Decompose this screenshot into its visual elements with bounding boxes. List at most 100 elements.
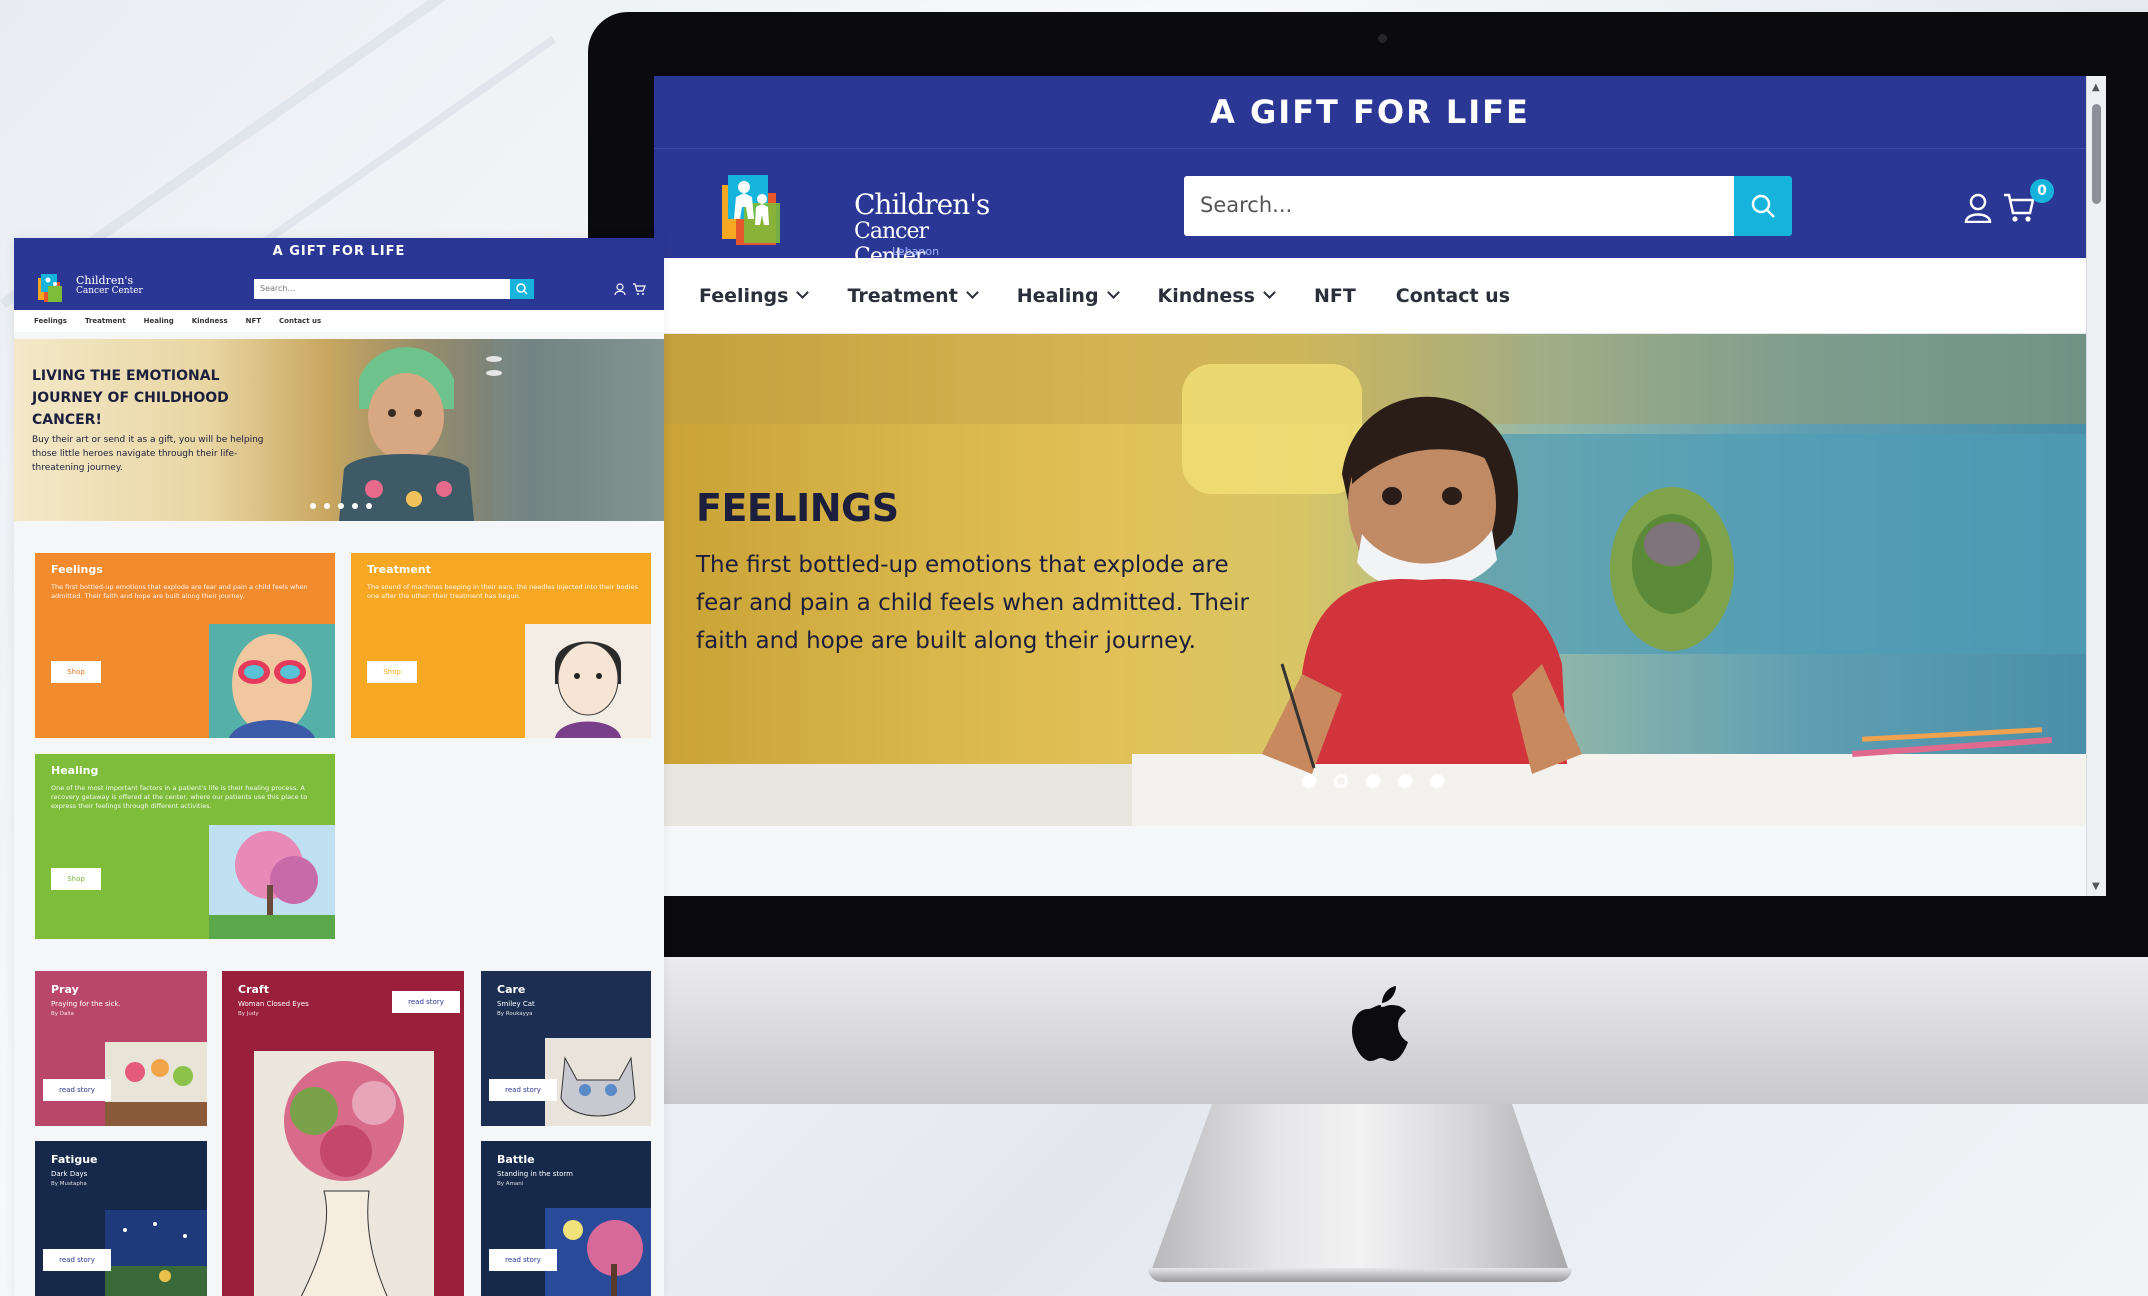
carousel-dot[interactable] — [1302, 774, 1316, 788]
card-text: The sound of machines beeping in their e… — [367, 583, 638, 600]
chevron-down-icon — [965, 286, 979, 299]
card-text: One of the most important factors in a p… — [51, 784, 308, 810]
nav-item-contact[interactable]: Contact us — [1396, 285, 1510, 307]
chevron-down-icon — [1106, 286, 1120, 299]
read-story-button[interactable]: read story — [43, 1079, 111, 1101]
site-preview: A GIFT FOR LIFE Children's Cancer Center… — [14, 238, 664, 1296]
nav-item-kindness[interactable]: Kindness — [1157, 284, 1276, 307]
logo-subname: Cancer Center — [76, 286, 143, 296]
search-button[interactable] — [1734, 176, 1792, 236]
hero-banner: LIVING THE EMOTIONAL JOURNEY OF CHILDHOO… — [14, 339, 664, 521]
scrollbar[interactable]: ▲ ▼ — [2086, 76, 2106, 896]
nav-label: Healing — [1016, 284, 1099, 307]
nav-item-feelings[interactable]: Feelings — [34, 317, 67, 325]
announcement-bar: A GIFT FOR LIFE — [654, 76, 2086, 148]
category-card-feelings[interactable]: Feelings The first bottled-up emotions t… — [35, 553, 335, 738]
desktop-screen: A GIFT FOR LIFE Children's Cancer Center… — [654, 76, 2102, 896]
carousel-dot-active[interactable] — [1334, 774, 1348, 788]
story-subtitle: Dark Days — [51, 1170, 88, 1178]
carousel-dot[interactable] — [366, 503, 372, 509]
search-input[interactable]: Search... — [1184, 176, 1734, 236]
nav-item-healing[interactable]: Healing — [144, 317, 174, 325]
logo-mark-icon — [722, 175, 780, 245]
main-nav: Feelings Treatment Healing Kindness NFT … — [654, 258, 2086, 334]
carousel-dot[interactable] — [310, 503, 316, 509]
cart-icon[interactable] — [632, 282, 646, 296]
user-icon[interactable] — [614, 283, 626, 295]
carousel-dots — [310, 503, 372, 509]
read-story-button[interactable]: read story — [43, 1249, 111, 1271]
logo-tagline: Lebanon — [892, 245, 940, 258]
story-card-care[interactable]: Care Smiley Cat By Roukayya read story — [481, 971, 651, 1126]
main-nav: Feelings Treatment Healing Kindness NFT … — [14, 310, 664, 332]
category-card-healing[interactable]: Healing One of the most important factor… — [35, 754, 335, 939]
nav-label: Contact us — [1395, 284, 1511, 307]
story-title: Pray — [51, 983, 79, 996]
category-card-treatment[interactable]: Treatment The sound of machines beeping … — [351, 553, 651, 738]
imac-stand-base — [1148, 1268, 1572, 1282]
site-header: Children's Cancer Center Lebanon Search.… — [654, 148, 2086, 269]
carousel-dot[interactable] — [1430, 774, 1444, 788]
story-title: Fatigue — [51, 1153, 98, 1166]
hero-banner: FEELINGS The first bottled-up emotions t… — [662, 334, 2086, 826]
hero-title: LIVING THE EMOTIONAL JOURNEY OF CHILDHOO… — [32, 368, 229, 428]
story-subtitle: Praying for the sick. — [51, 1000, 121, 1008]
apple-logo-icon — [1352, 986, 1408, 1061]
read-story-button[interactable]: read story — [392, 991, 460, 1013]
carousel-dot[interactable] — [324, 503, 330, 509]
site-logo[interactable]: Children's Cancer Center Lebanon — [714, 163, 990, 269]
scroll-thumb[interactable] — [2092, 104, 2101, 204]
story-card-craft[interactable]: Craft Woman Closed Eyes By Judy read sto… — [222, 971, 464, 1296]
logo-name: Children's — [854, 188, 990, 221]
artwork-image — [209, 825, 335, 939]
story-subtitle: Standing in the storm — [497, 1170, 573, 1178]
chevron-down-icon — [1263, 286, 1276, 299]
read-story-button[interactable]: read story — [489, 1249, 557, 1271]
nav-item-kindness[interactable]: Kindness — [192, 317, 228, 325]
carousel-dots — [1302, 774, 1444, 788]
carousel-dot[interactable] — [1366, 774, 1380, 788]
shop-button[interactable]: Shop — [51, 661, 101, 683]
artwork-image — [209, 624, 335, 738]
site-header: Children's Cancer Center Search... — [14, 265, 664, 310]
nav-item-treatment[interactable]: Treatment — [85, 317, 126, 325]
scroll-down-icon[interactable]: ▼ — [2092, 881, 2100, 892]
story-author: By Dalia — [51, 1011, 74, 1017]
hero-text: The first bottled-up emotions that explo… — [696, 552, 1250, 654]
nav-item-healing[interactable]: Healing — [1016, 284, 1120, 307]
nav-item-feelings[interactable]: Feelings — [699, 284, 810, 307]
search-input[interactable]: Search... — [254, 279, 510, 299]
story-card-battle[interactable]: Battle Standing in the storm By Amani re… — [481, 1141, 651, 1296]
story-subtitle: Woman Closed Eyes — [238, 1000, 309, 1008]
shop-button[interactable]: Shop — [367, 661, 417, 683]
nav-item-nft[interactable]: NFT — [246, 317, 261, 325]
hero-title: FEELINGS — [696, 486, 899, 530]
carousel-dot[interactable] — [352, 503, 358, 509]
nav-label: Kindness — [1157, 284, 1255, 307]
read-story-button[interactable]: read story — [489, 1079, 557, 1101]
artwork-image — [105, 1042, 207, 1126]
nav-item-contact[interactable]: Contact us — [279, 317, 321, 325]
nav-label: Feelings — [699, 284, 789, 307]
search-button[interactable] — [510, 279, 534, 299]
search-icon — [1751, 194, 1775, 218]
card-title: Healing — [51, 764, 99, 777]
carousel-dot[interactable] — [338, 503, 344, 509]
story-card-pray[interactable]: Pray Praying for the sick. By Dalia read… — [35, 971, 207, 1126]
story-author: By Judy — [238, 1011, 259, 1017]
story-card-fatigue[interactable]: Fatigue Dark Days By Mustapha read story — [35, 1141, 207, 1296]
search-icon — [516, 283, 528, 295]
story-author: By Amani — [497, 1181, 524, 1187]
camera-dot — [1378, 34, 1387, 43]
shop-button[interactable]: Shop — [51, 868, 101, 890]
nav-label: Treatment — [847, 284, 958, 307]
artwork-image — [254, 1051, 434, 1296]
announcement-bar: A GIFT FOR LIFE — [14, 238, 664, 265]
scroll-up-icon[interactable]: ▲ — [2092, 82, 2100, 93]
carousel-dot[interactable] — [1398, 774, 1412, 788]
artwork-image — [105, 1210, 207, 1296]
nav-item-nft[interactable]: NFT — [1314, 285, 1356, 307]
nav-item-treatment[interactable]: Treatment — [847, 284, 979, 307]
logo-mark-icon — [38, 274, 62, 302]
account-button[interactable] — [1964, 193, 1992, 227]
